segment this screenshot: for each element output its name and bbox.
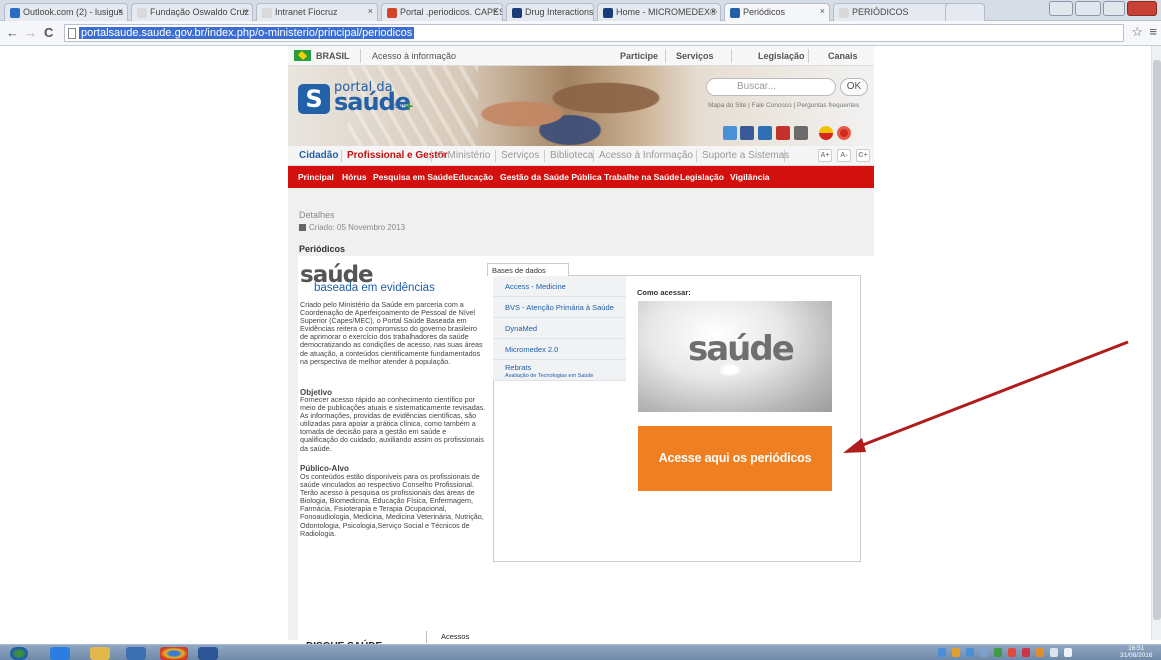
media-player-icon[interactable] xyxy=(126,647,146,660)
start-button-icon[interactable] xyxy=(10,647,28,660)
tray-icon[interactable] xyxy=(966,648,974,657)
system-clock[interactable]: 16:51 31/08/2016 xyxy=(1120,645,1153,659)
file-explorer-icon[interactable] xyxy=(90,647,110,660)
tray-icon[interactable] xyxy=(1036,648,1044,657)
tray-icon[interactable] xyxy=(952,648,960,657)
tray-icon[interactable] xyxy=(938,648,946,657)
tray-icon[interactable] xyxy=(994,648,1002,657)
clock-date: 31/08/2016 xyxy=(1120,652,1153,659)
internet-explorer-icon[interactable] xyxy=(50,647,70,660)
annotation-arrow-icon xyxy=(843,340,1129,453)
chrome-icon[interactable] xyxy=(160,647,188,660)
windows-taskbar: 16:51 31/08/2016 xyxy=(0,644,1161,660)
tray-icon[interactable] xyxy=(1022,648,1030,657)
arrow-shaft xyxy=(854,340,1129,450)
acessos-label: Acessos xyxy=(441,632,470,641)
tray-icon[interactable] xyxy=(980,648,988,657)
arrow-head xyxy=(843,438,866,453)
word-icon[interactable] xyxy=(198,647,218,660)
clock-time: 16:51 xyxy=(1128,645,1145,652)
tray-icon[interactable] xyxy=(1008,648,1016,657)
volume-icon[interactable] xyxy=(1064,648,1072,657)
footer-divider xyxy=(426,631,427,643)
network-icon[interactable] xyxy=(1050,648,1058,657)
